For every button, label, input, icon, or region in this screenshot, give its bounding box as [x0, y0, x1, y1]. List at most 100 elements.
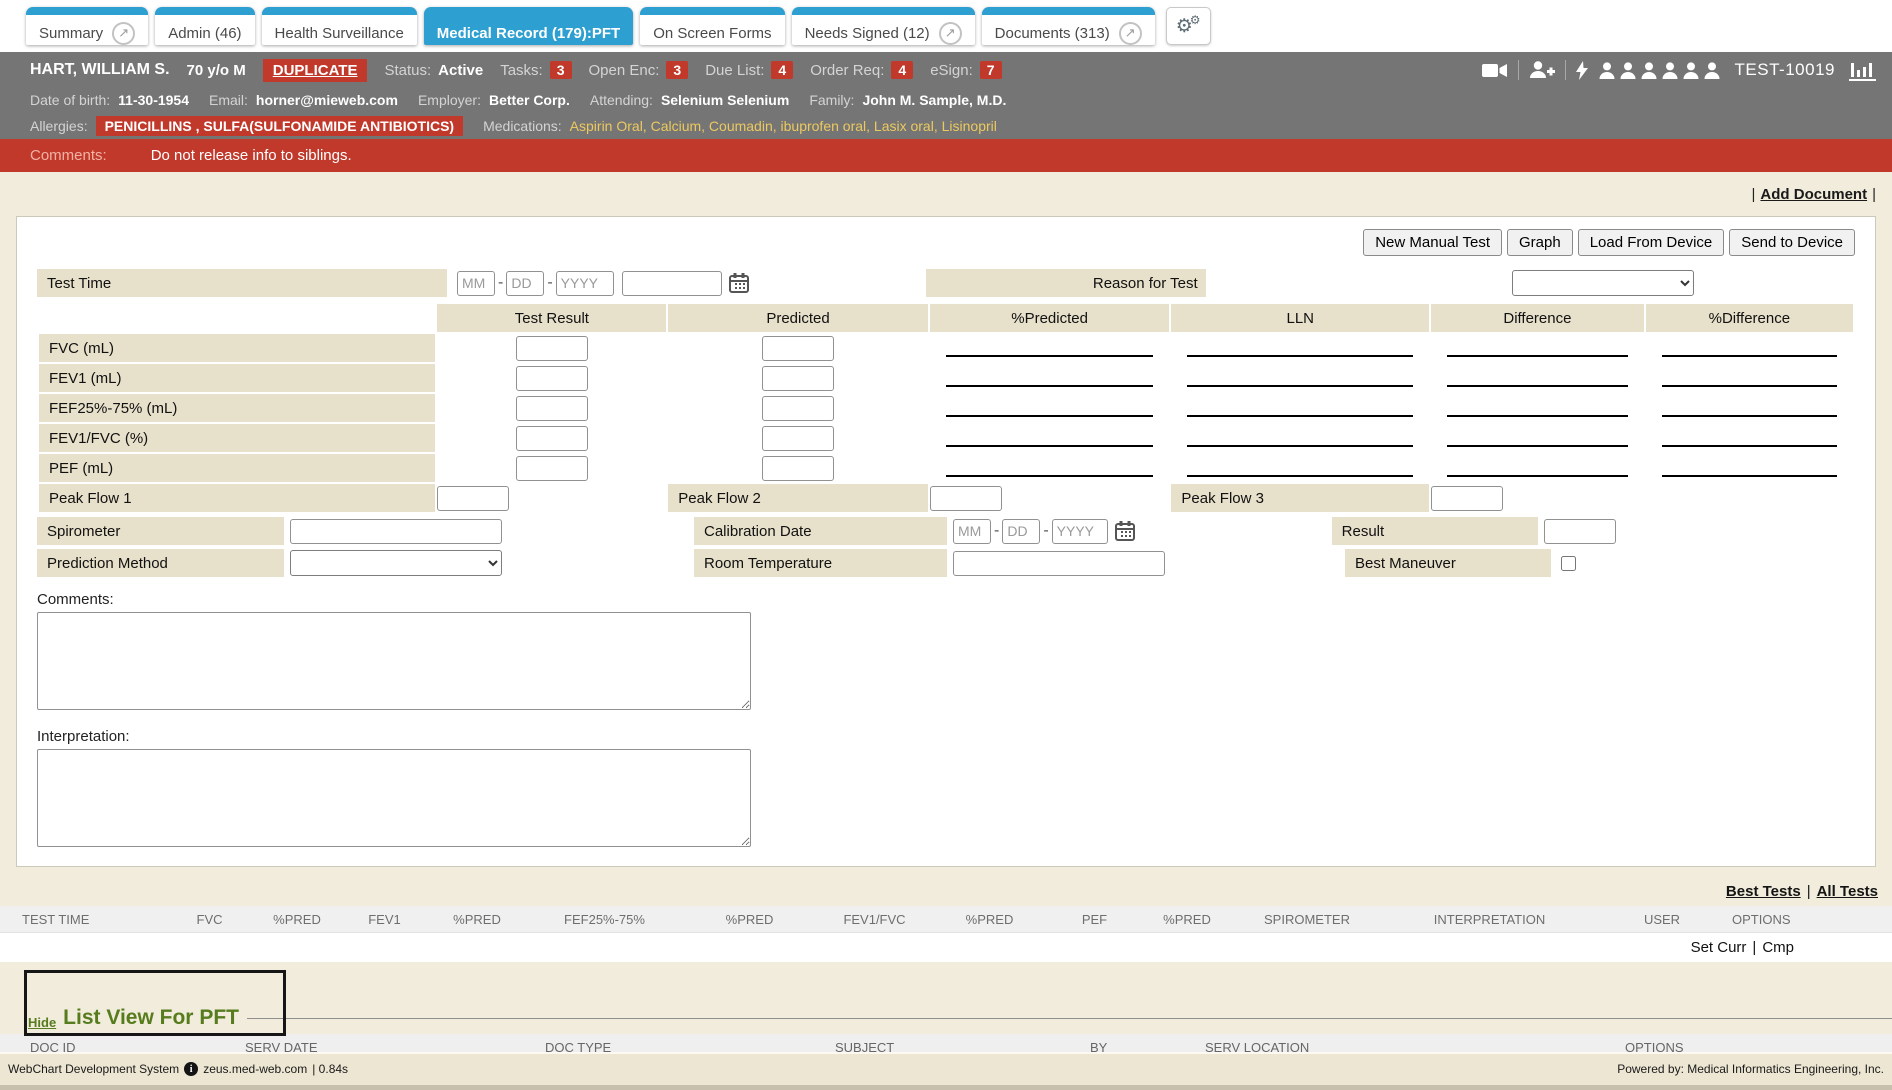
- col-pred-4: %PRED: [937, 912, 1042, 927]
- test-time-dd-input[interactable]: [506, 271, 544, 296]
- popout-icon[interactable]: ↗: [1119, 22, 1142, 45]
- tab-admin-label: Admin (46): [168, 25, 241, 42]
- peak-flow-2-label: Peak Flow 2: [668, 484, 927, 512]
- value-line: [1187, 399, 1413, 417]
- send-to-device-button[interactable]: Send to Device: [1729, 229, 1855, 256]
- dob-value: 11-30-1954: [118, 92, 189, 108]
- set-curr-link[interactable]: Set Curr: [1691, 939, 1747, 956]
- attending-value: Selenium Selenium: [661, 92, 789, 108]
- test-time-row: Test Time - - Reason for Test: [37, 268, 1855, 298]
- pef-test-result-input[interactable]: [516, 456, 588, 481]
- footer-host-link[interactable]: zeus.med-web.com: [203, 1062, 307, 1076]
- pef-predicted-input[interactable]: [762, 456, 834, 481]
- add-person-icon[interactable]: [1529, 61, 1555, 79]
- test-time-mm-input[interactable]: [457, 271, 495, 296]
- graph-button[interactable]: Graph: [1507, 229, 1573, 256]
- medications-value[interactable]: Aspirin Oral, Calcium, Coumadin, ibuprof…: [570, 118, 997, 134]
- patient-header-row1: HART, WILLIAM S. 70 y/o M DUPLICATE Stat…: [0, 52, 1892, 88]
- best-maneuver-checkbox[interactable]: [1561, 556, 1576, 571]
- comments-textarea[interactable]: [37, 612, 751, 710]
- col-test-time: TEST TIME: [22, 912, 162, 927]
- fev1fvc-test-result-input[interactable]: [516, 426, 588, 451]
- tab-health-surveillance[interactable]: Health Surveillance: [262, 7, 417, 45]
- tab-needs-signed[interactable]: Needs Signed (12) ↗: [792, 7, 975, 45]
- comments-bar-text: Do not release info to siblings.: [151, 147, 352, 164]
- esign-badge[interactable]: 7: [980, 61, 1002, 79]
- order-req-badge[interactable]: 4: [891, 61, 913, 79]
- col-lln: LLN: [1171, 304, 1429, 332]
- peak-flow-1-input[interactable]: [437, 486, 509, 511]
- duplicate-flag[interactable]: DUPLICATE: [263, 59, 368, 82]
- date-separator: -: [1043, 522, 1048, 540]
- hide-link[interactable]: Hide: [28, 1015, 56, 1034]
- value-line: [946, 459, 1154, 477]
- col-fef2575: FEF25%-75%: [522, 912, 687, 927]
- due-list-label: Due List:: [705, 62, 764, 79]
- video-camera-icon[interactable]: [1482, 62, 1508, 79]
- result-input[interactable]: [1544, 519, 1616, 544]
- interpretation-textarea[interactable]: [37, 749, 751, 847]
- fvc-test-result-input[interactable]: [516, 336, 588, 361]
- open-enc-badge[interactable]: 3: [666, 61, 688, 79]
- patient-name: HART, WILLIAM S.: [30, 61, 170, 79]
- tab-documents[interactable]: Documents (313) ↗: [982, 7, 1155, 45]
- cmp-link[interactable]: Cmp: [1762, 939, 1794, 956]
- tab-medical-record[interactable]: Medical Record (179):PFT: [424, 7, 633, 45]
- add-document-link[interactable]: Add Document: [1760, 186, 1867, 203]
- tab-admin[interactable]: Admin (46): [155, 7, 254, 45]
- fev1-predicted-input[interactable]: [762, 366, 834, 391]
- all-tests-link[interactable]: All Tests: [1817, 883, 1878, 900]
- tasks-label: Tasks:: [500, 62, 543, 79]
- bar-chart-icon[interactable]: [1849, 60, 1876, 81]
- calibration-mm-input[interactable]: [953, 519, 991, 544]
- fev1fvc-predicted-input[interactable]: [762, 426, 834, 451]
- fef2575-test-result-input[interactable]: [516, 396, 588, 421]
- col-predicted: Predicted: [668, 304, 927, 332]
- tab-health-surveillance-label: Health Surveillance: [275, 25, 404, 42]
- calendar-icon[interactable]: [1114, 520, 1136, 542]
- prediction-method-select[interactable]: [290, 550, 502, 576]
- col-pred-2: %PRED: [432, 912, 522, 927]
- pipe: |: [1807, 883, 1811, 900]
- calibration-dd-input[interactable]: [1002, 519, 1040, 544]
- tab-summary[interactable]: Summary ↗: [26, 7, 148, 45]
- room-temperature-input[interactable]: [953, 551, 1165, 576]
- test-time-time-input[interactable]: [622, 271, 722, 296]
- date-separator: -: [498, 274, 503, 292]
- peak-flow-row: Peak Flow 1 Peak Flow 2 Peak Flow 3: [39, 484, 1853, 512]
- fvc-predicted-input[interactable]: [762, 336, 834, 361]
- pipe: |: [1872, 186, 1876, 203]
- best-tests-link[interactable]: Best Tests: [1726, 883, 1801, 900]
- col-fev1fvc: FEV1/FVC: [812, 912, 937, 927]
- tab-on-screen-forms[interactable]: On Screen Forms: [640, 7, 784, 45]
- tasks-badge[interactable]: 3: [550, 61, 572, 79]
- spirometer-input[interactable]: [290, 519, 502, 544]
- info-icon[interactable]: i: [184, 1062, 198, 1076]
- due-list-badge[interactable]: 4: [771, 61, 793, 79]
- tab-bar: Summary ↗ Admin (46) Health Surveillance…: [0, 0, 1892, 52]
- peak-flow-3-input[interactable]: [1431, 486, 1503, 511]
- col-interpretation: INTERPRETATION: [1387, 912, 1592, 927]
- patient-header-row2: Date of birth: 11-30-1954 Email: horner@…: [0, 88, 1892, 112]
- load-from-device-button[interactable]: Load From Device: [1578, 229, 1725, 256]
- new-manual-test-button[interactable]: New Manual Test: [1363, 229, 1502, 256]
- settings-gears-icon[interactable]: ⚙ ⚙: [1166, 7, 1211, 45]
- email-label: Email:: [209, 92, 248, 108]
- lightning-icon[interactable]: [1576, 61, 1588, 80]
- calibration-yyyy-input[interactable]: [1052, 519, 1108, 544]
- list-view-title: List View For PFT: [63, 1006, 239, 1030]
- value-line: [1662, 399, 1837, 417]
- allergies-value[interactable]: PENICILLINS , SULFA(SULFONAMIDE ANTIBIOT…: [96, 116, 463, 136]
- reason-for-test-select[interactable]: [1512, 270, 1694, 296]
- patient-header-row3: Allergies: PENICILLINS , SULFA(SULFONAMI…: [0, 112, 1892, 139]
- fef2575-predicted-input[interactable]: [762, 396, 834, 421]
- test-time-yyyy-input[interactable]: [556, 271, 614, 296]
- calendar-icon[interactable]: [728, 272, 750, 294]
- person-icon: [1682, 62, 1700, 79]
- peak-flow-2-input[interactable]: [930, 486, 1002, 511]
- fev1fvc-label: FEV1/FVC (%): [39, 424, 435, 452]
- patient-photo-icons[interactable]: [1598, 62, 1721, 79]
- popout-icon[interactable]: ↗: [939, 22, 962, 45]
- fev1-test-result-input[interactable]: [516, 366, 588, 391]
- popout-icon[interactable]: ↗: [112, 22, 135, 45]
